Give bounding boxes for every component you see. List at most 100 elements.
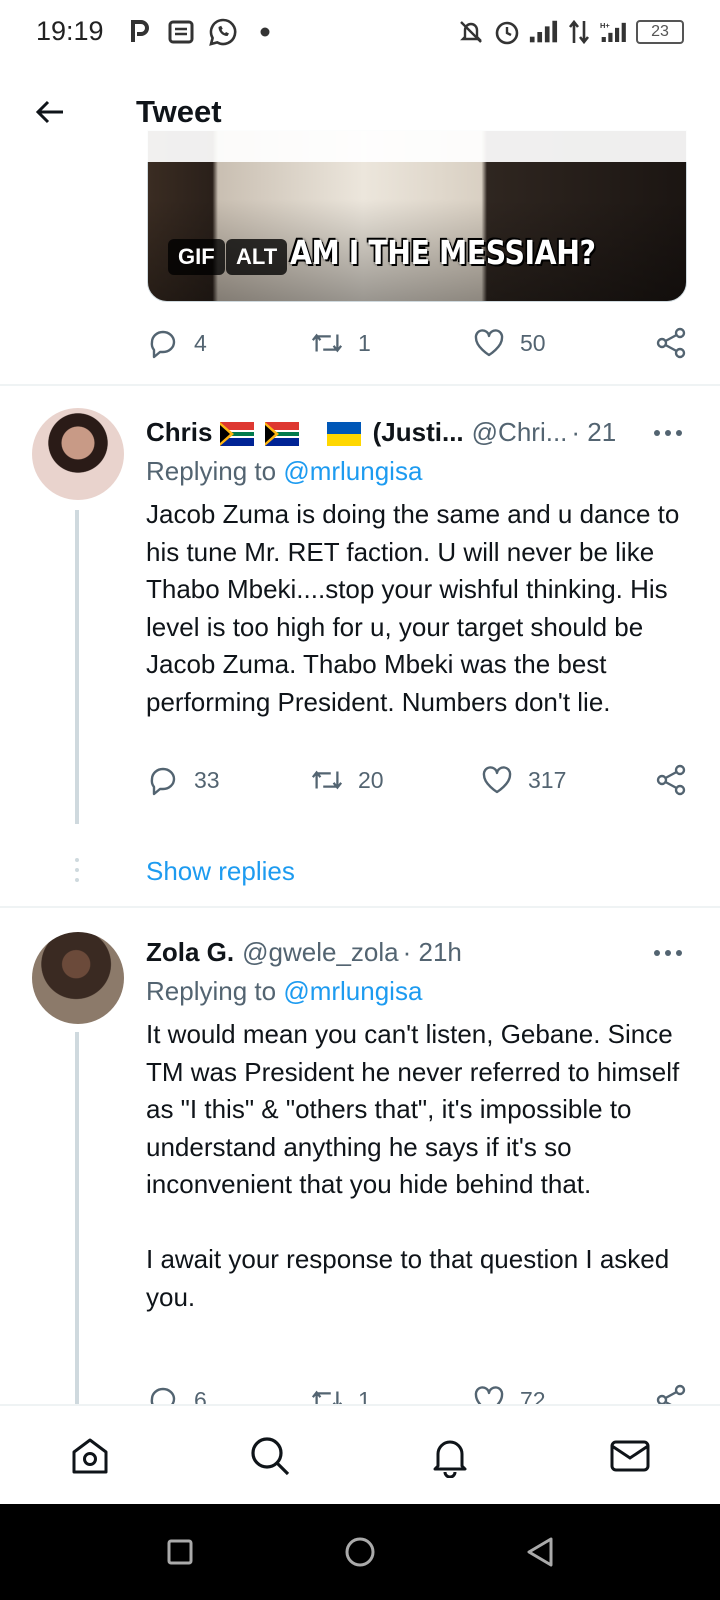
avatar[interactable] [32,408,124,500]
reply-count: 6 [194,1386,207,1405]
retweet-count: 1 [358,1386,371,1405]
mention-link[interactable]: @mrlungisa [283,456,422,486]
ukraine-flag-icon [327,421,362,446]
display-name-suffix: (Justi... [372,416,464,447]
reply-icon [146,326,180,360]
replying-to: Replying to @mrlungisa [146,456,422,487]
share-icon [654,1383,688,1404]
replying-prefix: Replying to [146,456,277,486]
like-count: 50 [520,329,546,356]
alarm-icon [492,17,522,47]
like-count: 72 [520,1386,546,1405]
more-dots-icon [654,950,682,956]
reply-count: 4 [194,329,207,356]
reply-icon [146,1383,180,1404]
mention-link[interactable]: @mrlungisa [283,976,422,1006]
reply-icon [146,763,180,797]
retweet-count: 20 [358,766,384,793]
gif-caption: AM I THE MESSIAH? [290,233,596,272]
search-icon[interactable] [246,1432,294,1480]
status-bar: 19:19 H+ 23 [0,0,720,64]
news-icon [166,17,196,47]
parking-icon [124,17,154,47]
svg-text:H+: H+ [600,21,610,30]
retweet-icon [310,326,344,360]
more-dots-icon [654,430,682,436]
replying-prefix: Replying to [146,976,277,1006]
arrow-left-icon [35,100,63,124]
whatsapp-icon [208,17,238,47]
display-name-text: Chris [146,416,213,447]
gif-badge: GIF [168,239,225,275]
tweet-header: Zola G. @gwele_zola · 21h [146,934,616,970]
like-button[interactable]: 317 [480,763,566,797]
like-count: 317 [528,766,567,793]
share-icon [654,326,688,360]
tweet-time[interactable]: · 21h [571,417,616,448]
more-options-button[interactable] [648,938,688,968]
messages-icon[interactable] [606,1432,654,1480]
signal-icon [528,17,558,47]
thread-dots [74,858,80,888]
recents-icon[interactable] [162,1534,198,1570]
thread-line [75,510,79,824]
heart-icon [472,326,506,360]
more-options-button[interactable] [648,418,688,448]
south-africa-flag-icon [264,421,299,446]
tweet-text: It would mean you can't listen, Gebane. … [146,1019,680,1312]
tweet-time[interactable]: · 21h [403,937,462,968]
retweet-icon [310,1383,344,1404]
display-name[interactable]: Zola G. [146,937,234,968]
south-africa-flag-icon [219,421,254,446]
thread-line [75,1032,79,1404]
back-button[interactable] [30,92,70,132]
retweet-count: 1 [358,329,371,356]
share-icon [654,763,688,797]
retweet-icon [310,763,344,797]
display-name[interactable]: Chris (Justi... [146,417,464,448]
status-left-icons [124,17,280,47]
reply-tweet[interactable]: Zola G. @gwele_zola · 21h Replying to @m… [0,908,720,1404]
reply-button[interactable]: 6 [146,1383,207,1404]
tweet-header: Chris (Justi... @Chri... · 21h [146,414,616,450]
hplus-signal-icon: H+ [600,17,630,47]
heart-icon [480,763,514,797]
tweet-actions: 33 20 317 [146,760,688,800]
retweet-button[interactable]: 1 [310,1383,371,1404]
reply-tweet[interactable]: Chris (Justi... @Chri... · 21h Replying … [0,386,720,906]
like-button[interactable]: 72 [472,1383,546,1404]
share-button[interactable] [654,326,688,360]
data-arrows-icon [564,17,594,47]
system-nav-bar [0,1504,720,1600]
reply-count: 33 [194,766,220,793]
show-replies-link[interactable]: Show replies [146,856,295,887]
share-button[interactable] [654,763,688,797]
bottom-nav [0,1404,720,1504]
user-handle[interactable]: @gwele_zola [242,937,398,968]
page-title: Tweet [136,94,222,129]
user-handle[interactable]: @Chri... [472,417,568,448]
replying-to: Replying to @mrlungisa [146,976,422,1007]
reply-button[interactable]: 4 [146,326,207,360]
dot-icon [250,17,280,47]
share-button[interactable] [654,1383,688,1404]
tweet-text: Jacob Zuma is doing the same and u dance… [146,499,687,717]
like-button[interactable]: 50 [472,326,546,360]
back-triangle-icon[interactable] [522,1534,558,1570]
heart-icon [472,1383,506,1404]
status-time: 19:19 [36,16,104,46]
reply-button[interactable]: 33 [146,763,220,797]
top-header: Tweet [0,64,720,162]
retweet-button[interactable]: 20 [310,763,384,797]
retweet-button[interactable]: 1 [310,326,371,360]
alt-badge[interactable]: ALT [226,239,288,275]
battery-level: 23 [651,23,669,40]
status-right-icons: H+ 23 [456,17,684,47]
notifications-icon[interactable] [426,1432,474,1480]
mute-icon [456,17,486,47]
home-circle-icon[interactable] [342,1534,378,1570]
tweet-actions: 6 1 72 [146,1380,688,1404]
avatar[interactable] [32,932,124,1024]
home-icon[interactable] [66,1432,114,1480]
battery-icon: 23 [636,20,684,44]
